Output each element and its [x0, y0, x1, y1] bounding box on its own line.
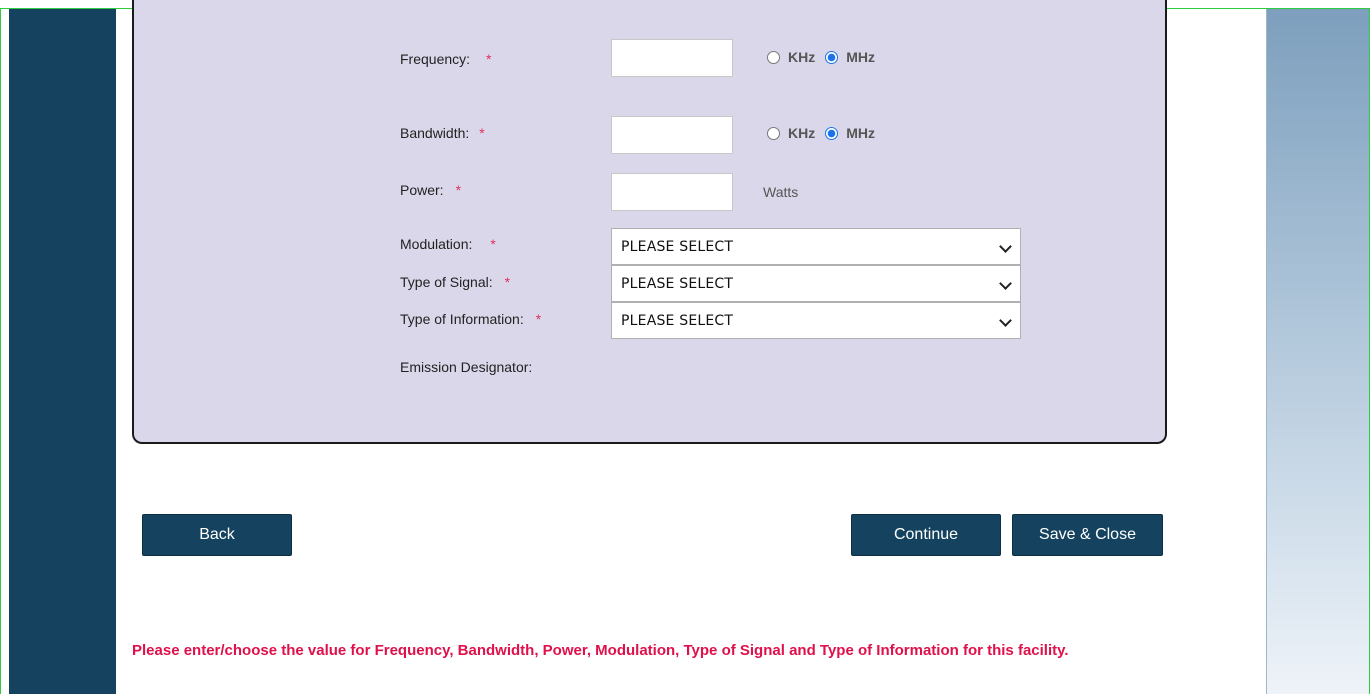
frequency-input[interactable] — [611, 39, 733, 77]
required-marker: * — [504, 274, 511, 290]
power-input[interactable] — [611, 173, 733, 211]
bandwidth-mhz-radio[interactable] — [825, 126, 839, 140]
modulation-label: Modulation: * — [400, 236, 496, 252]
type-of-information-selected-value: PLEASE SELECT — [621, 313, 734, 329]
required-marker: * — [490, 236, 496, 252]
required-marker: * — [479, 125, 485, 141]
left-sidebar — [9, 9, 116, 694]
emission-designator-label: Emission Designator: — [400, 359, 533, 375]
save-close-button[interactable]: Save & Close — [1012, 514, 1163, 556]
type-of-information-select[interactable]: PLEASE SELECT — [611, 302, 1021, 339]
type-of-information-label: Type of Information: * — [400, 311, 542, 327]
frequency-label: Frequency: * — [400, 51, 492, 67]
back-button-label: Back — [199, 526, 235, 543]
chevron-down-icon — [999, 314, 1012, 327]
bandwidth-unit-group: KHz MHz — [767, 125, 885, 141]
right-sidebar — [1266, 9, 1369, 694]
power-label: Power: * — [400, 182, 462, 198]
type-of-signal-select[interactable]: PLEASE SELECT — [611, 265, 1021, 302]
frequency-mhz-label: MHz — [846, 49, 876, 65]
required-marker: * — [486, 51, 492, 67]
power-unit-label: Watts — [763, 184, 799, 200]
chevron-down-icon — [999, 240, 1012, 253]
bandwidth-mhz-label: MHz — [846, 125, 876, 141]
bandwidth-khz-label: KHz — [788, 125, 816, 141]
bandwidth-label: Bandwidth: * — [400, 125, 485, 141]
continue-button-label: Continue — [893, 526, 959, 543]
continue-button[interactable]: Continue — [851, 514, 1001, 556]
modulation-selected-value: PLEASE SELECT — [621, 239, 734, 255]
frequency-mhz-radio[interactable] — [825, 50, 839, 64]
frequency-unit-group: KHz MHz — [767, 49, 885, 65]
save-close-button-label: Save & Close — [1039, 526, 1136, 543]
modulation-select[interactable]: PLEASE SELECT — [611, 228, 1021, 265]
type-of-signal-label: Type of Signal: * — [400, 274, 511, 290]
chevron-down-icon — [999, 277, 1012, 290]
required-marker: * — [455, 182, 462, 198]
frequency-khz-label: KHz — [788, 49, 816, 65]
required-marker: * — [535, 311, 542, 327]
type-of-signal-selected-value: PLEASE SELECT — [621, 276, 734, 292]
bandwidth-input[interactable] — [611, 116, 733, 154]
validation-message: Please enter/choose the value for Freque… — [132, 642, 1069, 659]
back-button[interactable]: Back — [142, 514, 292, 556]
frequency-khz-radio[interactable] — [767, 50, 780, 64]
bandwidth-khz-radio[interactable] — [767, 126, 780, 140]
